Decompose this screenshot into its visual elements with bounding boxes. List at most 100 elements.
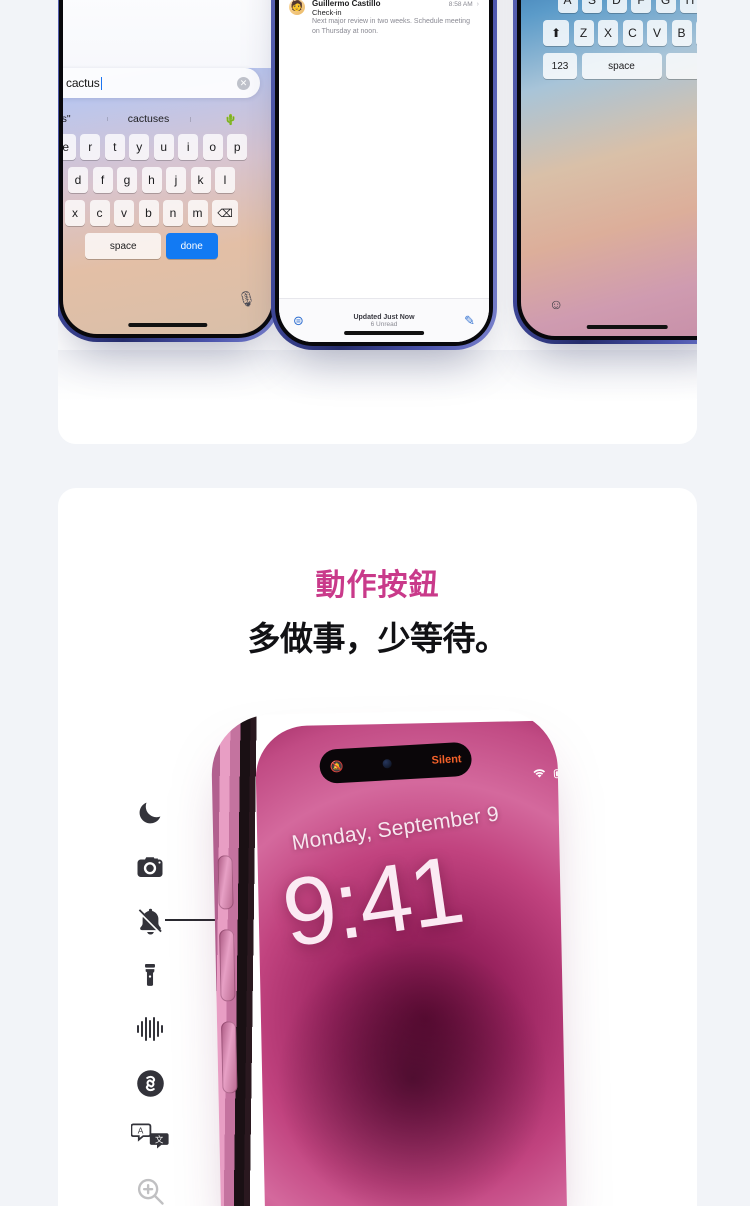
key-g[interactable]: g <box>117 167 137 193</box>
return-key[interactable] <box>666 53 697 79</box>
magnifier-icon[interactable] <box>122 1164 178 1206</box>
phone-mail: PRIORITY Florence ✉ Invited to izakaya s… <box>271 0 497 350</box>
numbers-key[interactable]: 123 <box>543 53 577 79</box>
section-eyebrow: 動作按鈕 <box>315 569 440 602</box>
volume-up-button[interactable] <box>219 929 236 1002</box>
phone-carplay-siri: Get directions Home ♫ Play Road Trip Cla… <box>513 0 697 344</box>
home-indicator[interactable] <box>127 323 208 327</box>
key-h[interactable]: H <box>680 0 697 13</box>
shazam-icon[interactable] <box>122 1056 178 1110</box>
emoji-keyboard-icon[interactable]: ☺ <box>549 296 563 312</box>
keyboard-row-3: ⬆ Z X C V B N <box>541 20 697 46</box>
phone-c-keyboard: Q W E R T Y U I A <box>541 0 697 86</box>
key-d[interactable]: d <box>68 167 88 193</box>
chevron-right-icon[interactable]: › <box>477 1 479 8</box>
emoji-search-field[interactable]: nbow cactus ✕ <box>63 68 260 98</box>
phone-c-bezel: Get directions Home ♫ Play Road Trip Cla… <box>517 0 697 340</box>
camera-icon[interactable] <box>122 840 178 894</box>
key-o[interactable]: o <box>202 134 223 160</box>
key-f[interactable]: f <box>92 167 113 193</box>
done-key[interactable]: done <box>165 233 218 259</box>
shift-key[interactable]: ⬆ <box>543 20 569 46</box>
phone-emoji-search: 🌵 🌵 nbow cactus <box>58 0 280 342</box>
translate-icon[interactable]: A 文 <box>122 1110 178 1164</box>
flashlight-icon[interactable] <box>122 948 178 1002</box>
section-headline: 多做事，少等待。 <box>247 620 509 657</box>
prediction-3[interactable]: 🌵 <box>189 113 272 126</box>
key-f[interactable]: F <box>631 0 651 13</box>
key-e[interactable]: e <box>63 134 76 160</box>
mail-snippet: Next major review in two weeks. Schedule… <box>312 17 470 35</box>
svg-text:A: A <box>138 1125 144 1135</box>
key-v[interactable]: v <box>114 200 134 226</box>
key-k[interactable]: k <box>190 167 211 193</box>
svg-text:文: 文 <box>155 1134 164 1144</box>
mail-row[interactable]: 🧑 Guillermo Castillo 8:58 AM › Check-in … <box>279 0 489 36</box>
key-n[interactable]: N <box>696 20 697 46</box>
filter-icon[interactable]: ⊜ <box>293 313 304 329</box>
key-d[interactable]: D <box>606 0 627 13</box>
key-y[interactable]: y <box>129 134 150 160</box>
key-z[interactable]: Z <box>573 20 594 46</box>
home-indicator[interactable] <box>586 325 668 329</box>
dynamic-island[interactable]: 🔕 Silent <box>318 741 473 785</box>
key-s[interactable]: S <box>582 0 602 13</box>
key-n[interactable]: n <box>163 200 183 226</box>
compose-icon[interactable]: ✎ <box>464 313 475 329</box>
focus-moon-icon[interactable] <box>122 786 178 840</box>
backspace-key[interactable]: ⌫ <box>212 200 238 226</box>
predictive-bar: s" cactuses 🌵 <box>63 108 272 130</box>
key-c[interactable]: C <box>622 20 643 46</box>
key-g[interactable]: G <box>655 0 676 13</box>
key-a[interactable]: A <box>557 0 578 13</box>
key-v[interactable]: V <box>647 20 667 46</box>
key-u[interactable]: u <box>153 134 174 160</box>
mail-sender: Guillermo Castillo <box>312 0 381 8</box>
key-c[interactable]: c <box>89 200 110 226</box>
silent-bell-icon[interactable] <box>122 894 178 948</box>
hero-iphone: 🔕 Silent Monday, September 9 9:41 <box>210 708 568 1206</box>
mail-subject: Check-in <box>312 7 342 17</box>
key-x[interactable]: x <box>65 200 85 226</box>
phone-b-screen: PRIORITY Florence ✉ Invited to izakaya s… <box>279 0 489 342</box>
key-l[interactable]: l <box>215 167 235 193</box>
action-button[interactable] <box>217 855 234 910</box>
action-button-options-rail: A 文 <box>122 786 178 1206</box>
key-r[interactable]: r <box>80 134 101 160</box>
home-indicator[interactable] <box>344 331 424 335</box>
dictation-microphone-icon[interactable]: 🎙 <box>237 290 256 308</box>
key-p[interactable]: p <box>227 134 248 160</box>
keyboard-row-2: d f g h j k l <box>63 167 272 193</box>
search-input-value: nbow cactus <box>63 76 100 90</box>
key-x[interactable]: X <box>598 20 618 46</box>
front-camera-icon <box>382 758 393 769</box>
key-m[interactable]: m <box>187 200 208 226</box>
key-j[interactable]: j <box>166 167 186 193</box>
gallery-stage: 🌵 🌵 nbow cactus <box>58 0 697 444</box>
clear-icon[interactable]: ✕ <box>237 76 250 90</box>
prediction-1[interactable]: s" <box>63 113 107 125</box>
side-buttons <box>217 855 249 1113</box>
keyboard-row-1: e r t y u i o p <box>63 134 272 160</box>
key-h[interactable]: h <box>141 167 162 193</box>
wifi-icon <box>532 767 548 783</box>
mail-toolbar: ⊜ Updated Just Now 6 Unread ✎ <box>279 298 489 342</box>
phone-a-keyboard: e r t y u i o p d f g h j k l x c v b n … <box>63 134 272 266</box>
key-t[interactable]: t <box>104 134 125 160</box>
phone-c-screen: Get directions Home ♫ Play Road Trip Cla… <box>521 0 697 336</box>
phone-a-screen: 🌵 🌵 nbow cactus <box>63 0 272 334</box>
avatar: 🧑 <box>289 0 305 15</box>
mail-inbox-list: PRIORITY Florence ✉ Invited to izakaya s… <box>279 0 489 298</box>
voice-memo-icon[interactable] <box>122 1002 178 1056</box>
key-i[interactable]: i <box>178 134 199 160</box>
keyboard-row-4: space done <box>63 233 272 259</box>
section-heading-block: 動作按鈕 多做事，少等待。 <box>58 560 697 660</box>
key-b[interactable]: b <box>138 200 159 226</box>
prediction-2[interactable]: cactuses <box>107 113 189 125</box>
mail-status-primary: Updated Just Now <box>353 313 415 321</box>
space-key[interactable]: space <box>581 53 662 79</box>
space-key[interactable]: space <box>85 233 162 259</box>
volume-down-button[interactable] <box>221 1021 238 1094</box>
key-b[interactable]: B <box>671 20 692 46</box>
mail-status-secondary: 6 Unread <box>370 320 398 328</box>
